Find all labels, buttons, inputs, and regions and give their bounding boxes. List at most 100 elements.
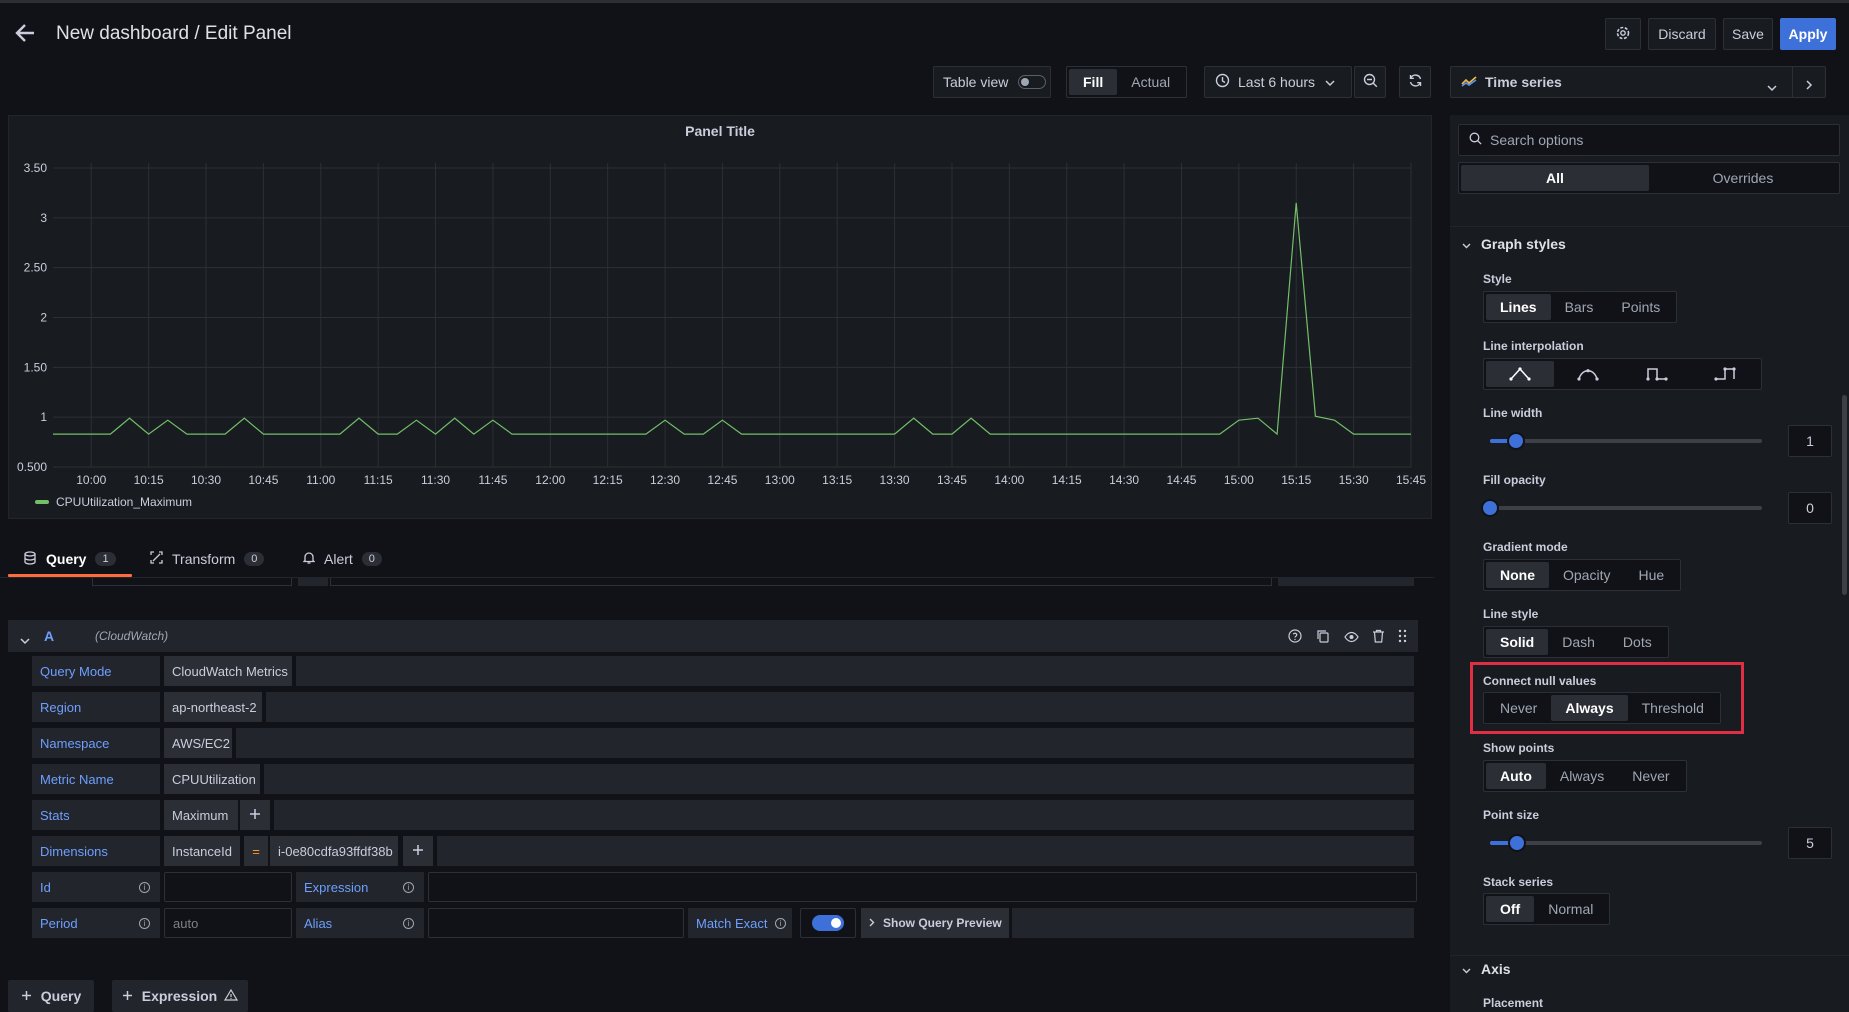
settings-button[interactable]: [1605, 18, 1641, 50]
line-style-dots[interactable]: Dots: [1609, 629, 1666, 655]
toggle-switch[interactable]: [1018, 75, 1047, 89]
chevron-right-icon[interactable]: [1806, 77, 1813, 93]
alias-input[interactable]: [428, 908, 684, 938]
fill-option[interactable]: Fill: [1069, 69, 1118, 95]
fill-opacity-slider[interactable]: [1490, 506, 1762, 510]
back-arrow-icon[interactable]: [12, 22, 40, 44]
gradient-opacity[interactable]: Opacity: [1549, 562, 1624, 588]
dimension-value[interactable]: i-0e80cdfa93ffdf38b: [270, 836, 398, 866]
scrollbar[interactable]: [1842, 395, 1847, 595]
drag-handle-icon[interactable]: [1398, 629, 1407, 646]
info-icon[interactable]: i: [403, 918, 414, 929]
namespace-select[interactable]: AWS/EC2: [164, 728, 232, 758]
stack-series-radio[interactable]: Off Normal: [1483, 893, 1611, 925]
add-expression-button[interactable]: Expression: [112, 980, 248, 1012]
save-button[interactable]: Save: [1723, 18, 1773, 50]
metric-name-select[interactable]: CPUUtilization: [164, 764, 260, 794]
period-input[interactable]: auto: [164, 908, 292, 938]
gradient-hue[interactable]: Hue: [1624, 562, 1678, 588]
interp-step-after-icon[interactable]: [1691, 361, 1759, 387]
discard-button[interactable]: Discard: [1648, 18, 1716, 50]
info-icon[interactable]: i: [403, 882, 414, 893]
tab-query[interactable]: Query 1: [24, 548, 116, 570]
tab-alert[interactable]: Alert 0: [302, 548, 382, 570]
line-width-input[interactable]: 1: [1788, 425, 1832, 457]
line-width-slider[interactable]: [1490, 439, 1762, 443]
id-input[interactable]: [164, 872, 292, 902]
match-exact-toggle[interactable]: [800, 908, 856, 938]
zoom-out-button[interactable]: [1354, 66, 1386, 98]
add-query-button[interactable]: Query: [8, 980, 94, 1012]
query-ref-id[interactable]: A: [44, 628, 54, 644]
point-size-input[interactable]: 5: [1788, 827, 1832, 859]
dimension-key[interactable]: InstanceId: [164, 836, 240, 866]
gradient-none[interactable]: None: [1486, 562, 1549, 588]
line-interpolation-radio[interactable]: [1483, 358, 1762, 390]
fill-actual-toggle[interactable]: Fill Actual: [1066, 66, 1188, 98]
series-line[interactable]: [53, 202, 1411, 436]
add-dimension-button[interactable]: [403, 836, 433, 866]
dimension-operator[interactable]: =: [244, 836, 268, 866]
style-lines[interactable]: Lines: [1486, 294, 1551, 320]
add-stat-button[interactable]: [240, 800, 270, 830]
stats-select[interactable]: Maximum: [164, 800, 238, 830]
options-tabs[interactable]: All Overrides: [1458, 162, 1840, 194]
stack-off[interactable]: Off: [1486, 896, 1535, 922]
info-icon[interactable]: i: [139, 918, 150, 929]
axis-header[interactable]: Axis: [1462, 961, 1511, 977]
show-points-radio[interactable]: Auto Always Never: [1483, 760, 1687, 792]
show-points-always[interactable]: Always: [1546, 763, 1618, 789]
gradient-mode-radio[interactable]: None Opacity Hue: [1483, 559, 1682, 591]
connect-null-never[interactable]: Never: [1486, 695, 1551, 721]
legend[interactable]: CPUUtilization_Maximum: [35, 495, 192, 509]
expression-input[interactable]: [428, 872, 1417, 902]
graph-styles-header[interactable]: Graph styles: [1462, 236, 1566, 252]
stack-normal[interactable]: Normal: [1534, 896, 1607, 922]
style-points[interactable]: Points: [1607, 294, 1674, 320]
copy-icon[interactable]: [1316, 629, 1330, 646]
fill-opacity-input[interactable]: 0: [1788, 492, 1832, 524]
help-icon[interactable]: [1288, 629, 1302, 646]
style-radio[interactable]: Lines Bars Points: [1483, 291, 1678, 323]
show-query-preview-button[interactable]: Show Query Preview: [861, 908, 1009, 938]
tab-transform[interactable]: Transform 0: [150, 548, 265, 570]
query-mode-select[interactable]: CloudWatch Metrics: [164, 656, 292, 686]
time-range-label: Last 6 hours: [1238, 74, 1316, 90]
tab-alert-count: 0: [361, 552, 382, 566]
info-icon[interactable]: i: [775, 918, 786, 929]
fill-opacity-slider-handle[interactable]: [1481, 499, 1499, 517]
query-row-header[interactable]: A (CloudWatch): [8, 620, 1418, 652]
interp-linear-icon[interactable]: [1486, 361, 1555, 387]
time-range-picker[interactable]: Last 6 hours: [1204, 66, 1352, 98]
style-bars[interactable]: Bars: [1551, 294, 1608, 320]
point-size-slider[interactable]: [1490, 841, 1762, 845]
show-points-auto[interactable]: Auto: [1486, 763, 1546, 789]
show-points-never[interactable]: Never: [1618, 763, 1683, 789]
refresh-icon: [1408, 73, 1423, 91]
line-style-radio[interactable]: Solid Dash Dots: [1483, 626, 1669, 658]
connect-null-values-radio[interactable]: Never Always Threshold: [1483, 692, 1721, 724]
connect-null-always[interactable]: Always: [1551, 695, 1628, 721]
style-label: Style: [1483, 272, 1512, 286]
tab-all[interactable]: All: [1461, 165, 1649, 191]
tab-overrides[interactable]: Overrides: [1649, 165, 1837, 191]
line-style-solid[interactable]: Solid: [1486, 629, 1549, 655]
x-tick-label: 13:30: [880, 473, 910, 487]
chevron-down-icon[interactable]: [20, 632, 30, 648]
line-width-slider-handle[interactable]: [1507, 432, 1525, 450]
trash-icon[interactable]: [1372, 629, 1385, 646]
interp-step-before-icon[interactable]: [1623, 361, 1691, 387]
line-style-dash[interactable]: Dash: [1548, 629, 1609, 655]
eye-icon[interactable]: [1344, 630, 1359, 646]
region-select[interactable]: ap-northeast-2: [164, 692, 262, 722]
apply-button[interactable]: Apply: [1780, 18, 1836, 50]
point-size-slider-handle[interactable]: [1508, 834, 1526, 852]
refresh-button[interactable]: [1399, 66, 1431, 98]
table-view-toggle[interactable]: Table view: [933, 66, 1051, 98]
actual-option[interactable]: Actual: [1117, 69, 1184, 95]
search-options-input[interactable]: Search options: [1458, 124, 1840, 156]
interp-smooth-icon[interactable]: [1554, 361, 1622, 387]
connect-null-threshold[interactable]: Threshold: [1628, 695, 1718, 721]
visualization-picker[interactable]: Time series: [1450, 66, 1826, 98]
info-icon[interactable]: i: [139, 882, 150, 893]
